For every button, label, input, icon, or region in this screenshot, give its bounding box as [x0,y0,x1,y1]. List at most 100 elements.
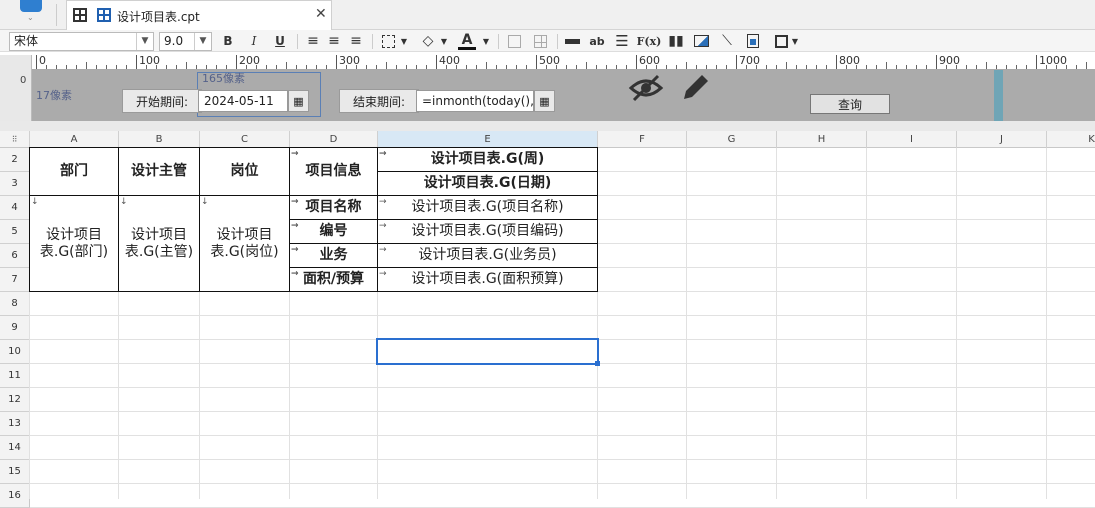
spreadsheet-grid[interactable]: 2 3 4 5 6 7 8 9 10 11 12 13 14 15 16 部门 设计主管 岗位 项目信息 → 设计项目表… [0,147,1095,508]
row-header-5[interactable]: 5 [0,220,30,244]
end-date-input[interactable]: =inmonth(today(),-1) [416,90,534,112]
split-cells-icon[interactable] [532,32,548,50]
chevron-down-icon[interactable]: ▼ [399,32,409,50]
merge-cells-icon[interactable] [506,32,522,50]
cell-text: 设计项目表.G(面积预算) [411,271,564,287]
cell-text: 面积/预算 [302,271,365,287]
underline-button[interactable]: U [272,32,288,50]
cell-c2[interactable]: 岗位 [199,147,290,196]
row-header-11[interactable]: 11 [0,364,30,388]
ruler-tick [946,65,947,69]
font-color-button[interactable]: A [458,32,476,50]
cell-b4[interactable]: 设计项目表.G(主管) ↓ [118,195,200,292]
row-header-6[interactable]: 6 [0,244,30,268]
row-header-10[interactable]: 10 [0,340,30,364]
ruler-tick [466,65,467,69]
column-header-a[interactable]: A [30,131,119,148]
font-family-value: 宋体 [14,34,39,48]
ruler-tick [716,65,717,69]
column-header-d[interactable]: D [290,131,378,148]
rich-text-icon[interactable]: ☰ [613,32,631,50]
width-label: 165像素 [202,72,245,85]
align-center-icon[interactable]: ≡ [326,32,342,50]
ruler-tick [256,65,257,69]
frame-icon[interactable] [772,32,790,50]
row-header-3[interactable]: 3 [0,172,30,196]
column-header-c[interactable]: C [200,131,290,148]
vertical-ruler: 0 [0,55,32,121]
bold-button[interactable]: B [220,32,236,50]
cell-e3[interactable]: 设计项目表.G(日期) [377,171,598,196]
fill-color-icon[interactable]: ◇ [420,32,436,50]
column-header-e[interactable]: E [378,131,598,148]
font-family-select[interactable]: 宋体 ▼ [9,32,154,51]
chevron-down-icon[interactable]: ▼ [481,32,491,50]
chevron-down-icon[interactable]: ▼ [439,32,449,50]
border-icon[interactable] [380,32,396,50]
grid-icon[interactable] [73,8,87,22]
start-date-input[interactable]: 2024-05-11 [198,90,288,112]
column-header-g[interactable]: G [687,131,777,148]
cell-d6[interactable]: 业务 → [289,243,378,268]
row-header-13[interactable]: 13 [0,412,30,436]
cell-a4[interactable]: 设计项目表.G(部门) ↓ [29,195,119,292]
cell-d5[interactable]: 编号 → [289,219,378,244]
panel-edge-handle[interactable] [994,70,1003,121]
row-header-4[interactable]: 4 [0,196,30,220]
cell-e5[interactable]: 设计项目表.G(项目编码) → [377,219,598,244]
chart-icon[interactable]: ▮▮ [667,32,685,50]
row-header-14[interactable]: 14 [0,436,30,460]
cell-e2[interactable]: 设计项目表.G(周) → [377,147,598,172]
cell-e7[interactable]: 设计项目表.G(面积预算) → [377,267,598,292]
eye-slash-icon[interactable] [628,73,664,103]
formula-button[interactable]: F(x) [637,32,662,50]
italic-button[interactable]: I [246,32,262,50]
ruler-tick [566,65,567,69]
cell-d2[interactable]: 项目信息 → [289,147,378,196]
chevron-down-icon[interactable]: ▼ [136,33,153,50]
cell-d4[interactable]: 项目名称 → [289,195,378,220]
row-header-7[interactable]: 7 [0,268,30,292]
align-right-icon[interactable]: ≡ [348,32,364,50]
row-header-2[interactable]: 2 [0,148,30,172]
chevron-down-icon[interactable]: ▼ [194,33,211,50]
pencil-icon[interactable] [680,71,712,103]
column-header-b[interactable]: B [119,131,200,148]
cell-e6[interactable]: 设计项目表.G(业务员) → [377,243,598,268]
column-header-k[interactable]: K [1047,131,1095,148]
text-button[interactable]: ab [588,32,606,50]
tab-file[interactable]: 设计项目表.cpt ✕ [66,0,332,30]
close-icon[interactable]: ✕ [315,6,327,22]
select-all-corner[interactable]: ⠿ [0,131,30,148]
column-header-h[interactable]: H [777,131,867,148]
calendar-icon[interactable]: ▦ [288,90,309,112]
column-header-j[interactable]: J [957,131,1047,148]
end-period-text: 结束期间: [352,94,406,109]
insert-row-icon[interactable] [563,32,581,50]
cell-e4[interactable]: 设计项目表.G(项目名称) → [377,195,598,220]
chevron-down-icon[interactable]: ⌄ [27,13,34,22]
ruler-tick [316,65,317,69]
image-icon[interactable] [692,32,710,50]
row-header-16[interactable]: 16 [0,484,30,508]
calendar-icon[interactable]: ▦ [534,90,555,112]
align-left-icon[interactable]: ≡ [305,32,321,50]
fill-handle[interactable] [595,361,600,366]
selected-cell-outline[interactable] [376,338,599,365]
cell-c4[interactable]: 设计项目表.G(岗位) ↓ [199,195,290,292]
cell-b2[interactable]: 设计主管 [118,147,200,196]
slash-cell-icon[interactable]: ⟍ [718,32,736,50]
sub-report-icon[interactable] [744,32,762,50]
chevron-down-icon[interactable]: ▼ [790,32,800,50]
column-header-f[interactable]: F [598,131,687,148]
row-header-12[interactable]: 12 [0,388,30,412]
row-header-9[interactable]: 9 [0,316,30,340]
app-icon[interactable] [20,0,42,12]
column-header-i[interactable]: I [867,131,957,148]
row-header-15[interactable]: 15 [0,460,30,484]
cell-d7[interactable]: 面积/预算 → [289,267,378,292]
cell-a2[interactable]: 部门 [29,147,119,196]
query-button[interactable]: 查询 [810,94,890,114]
font-size-select[interactable]: 9.0 ▼ [159,32,212,51]
row-header-8[interactable]: 8 [0,292,30,316]
